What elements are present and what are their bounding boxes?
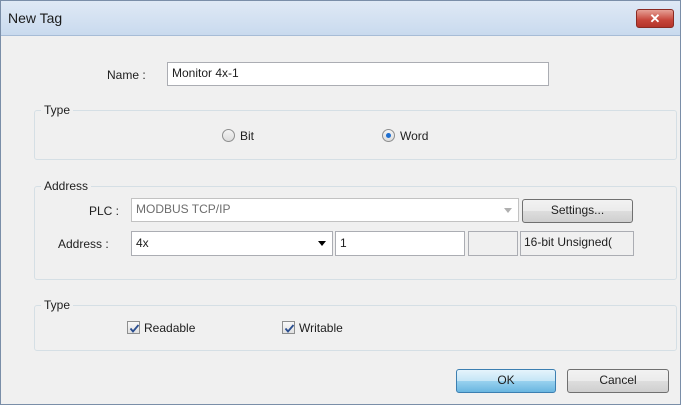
- chevron-down-icon: [318, 241, 326, 246]
- writable-checkbox[interactable]: [282, 321, 295, 334]
- ok-button[interactable]: OK: [456, 369, 556, 393]
- readable-label[interactable]: Readable: [144, 321, 195, 335]
- settings-button[interactable]: Settings...: [522, 199, 633, 223]
- new-tag-dialog: New Tag ✕ Name : Monitor 4x-1 Type Bit W…: [0, 0, 681, 405]
- plc-combo: MODBUS TCP/IP: [131, 198, 519, 222]
- close-button[interactable]: ✕: [636, 9, 674, 28]
- checkmark-icon: [129, 324, 140, 333]
- plc-value: MODBUS TCP/IP: [136, 202, 231, 216]
- type-group-title: Type: [41, 103, 74, 117]
- cancel-button[interactable]: Cancel: [567, 369, 669, 393]
- plc-label: PLC :: [89, 204, 120, 218]
- window-title: New Tag: [8, 10, 63, 26]
- readable-checkbox[interactable]: [127, 321, 140, 334]
- close-icon: ✕: [649, 11, 661, 26]
- word-radio[interactable]: [382, 129, 395, 142]
- title-bar[interactable]: New Tag ✕: [1, 1, 680, 36]
- address-type-value: 4x: [136, 236, 149, 250]
- bit-label[interactable]: Bit: [240, 129, 254, 143]
- checkmark-icon: [284, 324, 295, 333]
- radio-selected-dot: [386, 133, 391, 138]
- address-type-select[interactable]: 4x: [131, 231, 333, 256]
- address-group-title: Address: [41, 179, 92, 193]
- address-value-input[interactable]: 1: [335, 231, 465, 256]
- name-label: Name :: [107, 68, 146, 82]
- data-format-field: 16-bit Unsigned(: [520, 231, 634, 256]
- name-input[interactable]: Monitor 4x-1: [167, 62, 549, 86]
- access-group-title: Type: [41, 298, 74, 312]
- type-group: [34, 110, 677, 160]
- address-label: Address :: [58, 237, 109, 251]
- address-extra-box: [468, 231, 518, 256]
- word-label[interactable]: Word: [400, 129, 428, 143]
- writable-label[interactable]: Writable: [299, 321, 343, 335]
- chevron-down-icon: [504, 208, 512, 213]
- bit-radio[interactable]: [222, 129, 235, 142]
